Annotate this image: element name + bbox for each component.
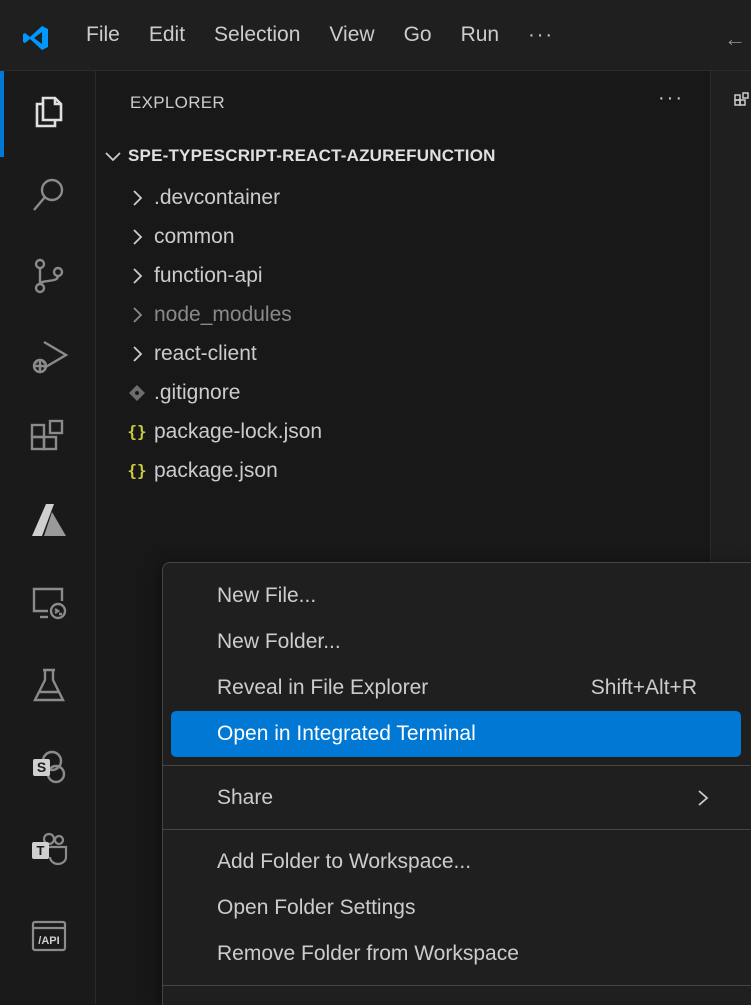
- testing-icon[interactable]: [28, 664, 70, 706]
- menu-edit[interactable]: Edit: [149, 23, 185, 47]
- activity-bar: S T /API: [0, 71, 96, 1004]
- menu-selection[interactable]: Selection: [214, 23, 300, 47]
- chevron-right-icon: [133, 267, 143, 284]
- menu-item-add-folder-to-workspace[interactable]: Add Folder to Workspace...: [171, 839, 741, 885]
- menu-go[interactable]: Go: [404, 23, 432, 47]
- tree-item-common[interactable]: common: [96, 217, 709, 256]
- tree-item-label: react-client: [154, 341, 257, 365]
- svg-text:T: T: [37, 843, 45, 858]
- tree-item-gitignore[interactable]: .gitignore: [96, 373, 709, 412]
- remote-explorer-icon[interactable]: [28, 581, 70, 623]
- tree-item-label: .gitignore: [154, 380, 241, 404]
- json-file-icon: {}: [127, 461, 147, 480]
- svg-text:S: S: [37, 759, 46, 775]
- tree-item-package-lock-json[interactable]: {} package-lock.json: [96, 412, 709, 451]
- menu-item-new-folder[interactable]: New Folder...: [171, 619, 741, 665]
- menu-separator: [163, 765, 751, 766]
- tree-item-label: package.json: [154, 458, 278, 482]
- explorer-title: EXPLORER: [130, 93, 225, 112]
- menu-file[interactable]: File: [86, 23, 120, 47]
- menu-item-label: Open in Integrated Terminal: [217, 722, 476, 745]
- api-icon[interactable]: /API: [28, 914, 70, 956]
- menu-separator: [163, 829, 751, 830]
- menu-item-label: Add Folder to Workspace...: [217, 850, 472, 873]
- menu-item-reveal-in-file-explorer[interactable]: Reveal in File Explorer Shift+Alt+R: [171, 665, 741, 711]
- menu-item-label: Remove Folder from Workspace: [217, 942, 519, 965]
- menu-item-label: Open Folder Settings: [217, 896, 416, 919]
- svg-text:/API: /API: [38, 935, 59, 947]
- file-tree: .devcontainer common function-api node_m…: [96, 178, 709, 490]
- menu-item-shortcut: Shift+Alt+R: [590, 676, 697, 699]
- azure-icon[interactable]: [28, 498, 70, 540]
- menu-item-open-in-integrated-terminal[interactable]: Open in Integrated Terminal: [171, 711, 741, 757]
- back-arrow-icon[interactable]: ←: [724, 26, 746, 52]
- chevron-right-icon: [133, 228, 143, 245]
- menu-item-remove-folder-from-workspace[interactable]: Remove Folder from Workspace: [171, 931, 741, 977]
- tree-item-label: node_modules: [154, 302, 292, 326]
- chevron-right-icon: [133, 306, 143, 323]
- menu-item-share[interactable]: Share: [171, 775, 741, 821]
- tree-item-function-api[interactable]: function-api: [96, 256, 709, 295]
- menu-more-icon[interactable]: ···: [528, 24, 554, 47]
- git-file-icon: [129, 384, 145, 401]
- sharepoint-icon[interactable]: S: [28, 747, 70, 789]
- tree-item-label: .devcontainer: [154, 185, 281, 209]
- chevron-right-icon: [133, 189, 143, 206]
- menu-item-label: New File...: [217, 584, 317, 607]
- menu-item-open-folder-settings[interactable]: Open Folder Settings: [171, 885, 741, 931]
- tree-item-node-modules[interactable]: node_modules: [96, 295, 709, 334]
- extensions-icon[interactable]: [28, 417, 70, 459]
- vscode-logo-icon[interactable]: [22, 24, 50, 52]
- json-file-icon: {}: [127, 422, 147, 441]
- menu-run[interactable]: Run: [461, 23, 500, 47]
- menu-bar: File Edit Selection View Go Run ···: [86, 0, 554, 70]
- tree-item-devcontainer[interactable]: .devcontainer: [96, 178, 709, 217]
- teams-toolkit-icon[interactable]: T: [28, 829, 70, 871]
- tree-item-package-json[interactable]: {} package.json: [96, 451, 709, 490]
- tree-item-label: common: [154, 224, 235, 248]
- active-indicator: [0, 71, 4, 157]
- run-debug-icon[interactable]: [28, 336, 70, 378]
- context-menu: New File... New Folder... Reveal in File…: [162, 562, 751, 1005]
- chevron-right-icon: [133, 345, 143, 362]
- explorer-icon[interactable]: [28, 89, 70, 131]
- menu-view[interactable]: View: [329, 23, 374, 47]
- workspace-folder-name: SPE-TYPESCRIPT-REACT-AZUREFUNCTION: [128, 146, 496, 165]
- menu-item-label: Reveal in File Explorer: [217, 676, 429, 699]
- menu-item-new-file[interactable]: New File...: [171, 573, 741, 619]
- menu-separator: [163, 985, 751, 986]
- menu-item-label: New Folder...: [217, 630, 341, 653]
- explorer-more-icon[interactable]: ···: [658, 87, 684, 110]
- extensions-tab-icon[interactable]: [733, 91, 751, 111]
- title-bar: File Edit Selection View Go Run ··· ←: [0, 0, 751, 71]
- workspace-folder-header[interactable]: SPE-TYPESCRIPT-REACT-AZUREFUNCTION: [102, 143, 496, 169]
- tree-item-label: package-lock.json: [154, 419, 323, 443]
- chevron-right-icon: [698, 790, 709, 806]
- chevron-down-icon: [105, 152, 121, 162]
- tree-item-label: function-api: [154, 263, 263, 287]
- search-icon[interactable]: [28, 174, 70, 216]
- tree-item-react-client[interactable]: react-client: [96, 334, 709, 373]
- source-control-icon[interactable]: [28, 255, 70, 297]
- menu-item-label: Share: [217, 786, 274, 809]
